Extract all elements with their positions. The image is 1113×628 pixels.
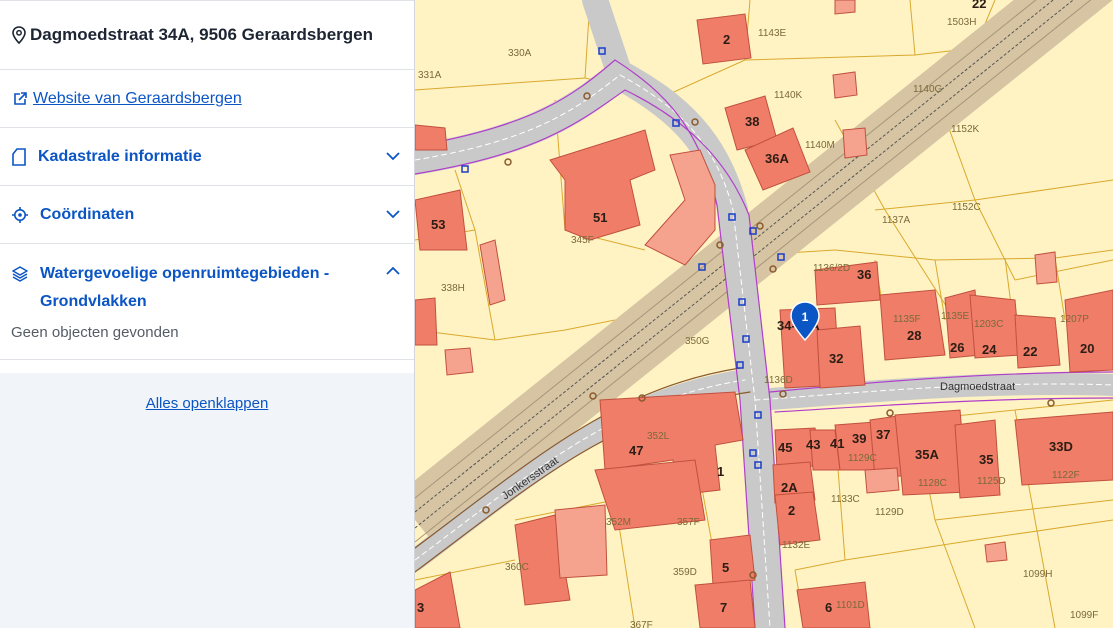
accordion-coordinaten[interactable]: Coördinaten [0, 186, 414, 244]
building-number: 35 [979, 452, 993, 467]
building-number: 53 [431, 217, 445, 232]
accordion-kadastrale-informatie[interactable]: Kadastrale informatie [0, 128, 414, 186]
street-label: Dagmoedstraat [940, 381, 1015, 393]
map-view[interactable]: Dagmoedstraat Jonkersstraat 22 2 38 36A … [415, 0, 1113, 628]
parcel-label: 1136/2D [813, 263, 850, 274]
building-number: 7 [720, 600, 727, 615]
parcel-label: 338H [441, 283, 465, 294]
parcel-label: 331A [418, 70, 442, 81]
building-number: 32 [829, 351, 843, 366]
building-number: 41 [830, 436, 844, 451]
sidebar-panel: Dagmoedstraat 34A, 9506 Geraardsbergen W… [0, 0, 415, 628]
building-number: 2 [788, 503, 795, 518]
parcel-label: 345F [571, 235, 594, 246]
accordion-watergevoelige[interactable]: Watergevoelige openruimtegebieden - Grond… [0, 244, 414, 324]
parcel-label: 1135F [893, 314, 921, 325]
building-number: 51 [593, 210, 607, 225]
parcel-label: 1136D [764, 375, 793, 386]
building-number: 2A [781, 480, 798, 495]
parcel-label: 1099F [1070, 610, 1098, 621]
expand-all-link[interactable]: Alles openklappen [0, 395, 414, 412]
building-number: 47 [629, 443, 643, 458]
parcel-label: 1101D [836, 600, 865, 611]
accordion-title: Coördinaten [40, 205, 135, 223]
parcel-label: 1140M [805, 140, 835, 151]
building-number: 3 [417, 600, 424, 615]
parcel-label: 352M [606, 517, 631, 528]
building-number: 6 [825, 600, 832, 615]
parcel-label: 1152C [952, 202, 981, 213]
building-number: 22 [972, 0, 986, 11]
parcel-label: 1137A [882, 215, 911, 226]
marker-label: 1 [802, 310, 809, 324]
parcel-label: 1152K [951, 124, 980, 135]
parcel-label: 1143E [758, 28, 787, 39]
document-icon [12, 147, 26, 166]
building-number: 38 [745, 114, 759, 129]
address-row: Dagmoedstraat 34A, 9506 Geraardsbergen [0, 0, 414, 70]
chevron-down-icon[interactable] [386, 152, 400, 161]
chevron-up-icon[interactable] [386, 266, 400, 275]
external-link-icon [14, 91, 27, 105]
parcel-label: 1122F [1052, 470, 1080, 481]
parcel-label: 1129C [848, 453, 877, 464]
building-number: 22 [1023, 344, 1037, 359]
location-pin-icon [12, 26, 26, 44]
building-number: 39 [852, 431, 866, 446]
website-link-row[interactable]: Website van Geraardsbergen [0, 70, 414, 128]
parcel-label: 1133C [831, 494, 860, 505]
address-text: Dagmoedstraat 34A, 9506 Geraardsbergen [30, 25, 373, 44]
building-number: 5 [722, 560, 729, 575]
crosshair-icon [12, 206, 28, 223]
building-number: 36A [765, 151, 789, 166]
building-number: 1 [717, 464, 724, 479]
building-number: 28 [907, 328, 921, 343]
parcel-label: 1125D [977, 476, 1006, 487]
accordion-title: Kadastrale informatie [38, 147, 202, 165]
accordion-title: Watergevoelige openruimtegebieden - Grond… [40, 260, 386, 316]
building-number: 24 [982, 342, 997, 357]
parcel-label: 1129D [875, 507, 904, 518]
building-number: 37 [876, 427, 890, 442]
building-number: 43 [806, 437, 820, 452]
building-number: 2 [723, 32, 730, 47]
parcel-label: 359D [673, 567, 697, 578]
parcel-label: 352L [647, 431, 670, 442]
building-number: 20 [1080, 341, 1094, 356]
accordion-title-line2: Grondvlakken [40, 293, 147, 310]
parcel-label: 1132E [782, 540, 811, 551]
building-number: 45 [778, 440, 792, 455]
parcel-label: 367F [630, 620, 653, 628]
parcel-label: 1503H [947, 17, 976, 28]
parcel-label: 1203C [974, 319, 1003, 330]
parcel-label: 1140K [774, 90, 803, 101]
parcel-label: 360C [505, 562, 529, 573]
parcel-label: 330A [508, 48, 532, 59]
parcel-label: 1207P [1060, 314, 1089, 325]
parcel-label: 350G [685, 336, 710, 347]
map-canvas[interactable]: Dagmoedstraat Jonkersstraat 22 2 38 36A … [415, 0, 1113, 628]
parcel-label: 1128C [918, 478, 947, 489]
website-link[interactable]: Website van Geraardsbergen [33, 90, 242, 108]
parcel-label: 357F [677, 517, 700, 528]
parcel-label: 1140G [913, 84, 943, 95]
parcel-label: 1099H [1023, 569, 1052, 580]
no-objects-text: Geen objecten gevonden [0, 324, 414, 360]
building-number: 36 [857, 267, 871, 282]
building-number: 33D [1049, 439, 1073, 454]
parcel-label: 1135E [941, 311, 970, 322]
sidebar-footer: Alles openklappen [0, 373, 414, 628]
building-number: 26 [950, 340, 964, 355]
building-number: 35A [915, 447, 939, 462]
chevron-down-icon[interactable] [386, 210, 400, 219]
layers-icon [12, 266, 28, 282]
accordion-title-line1: Watergevoelige openruimtegebieden - [40, 265, 330, 282]
